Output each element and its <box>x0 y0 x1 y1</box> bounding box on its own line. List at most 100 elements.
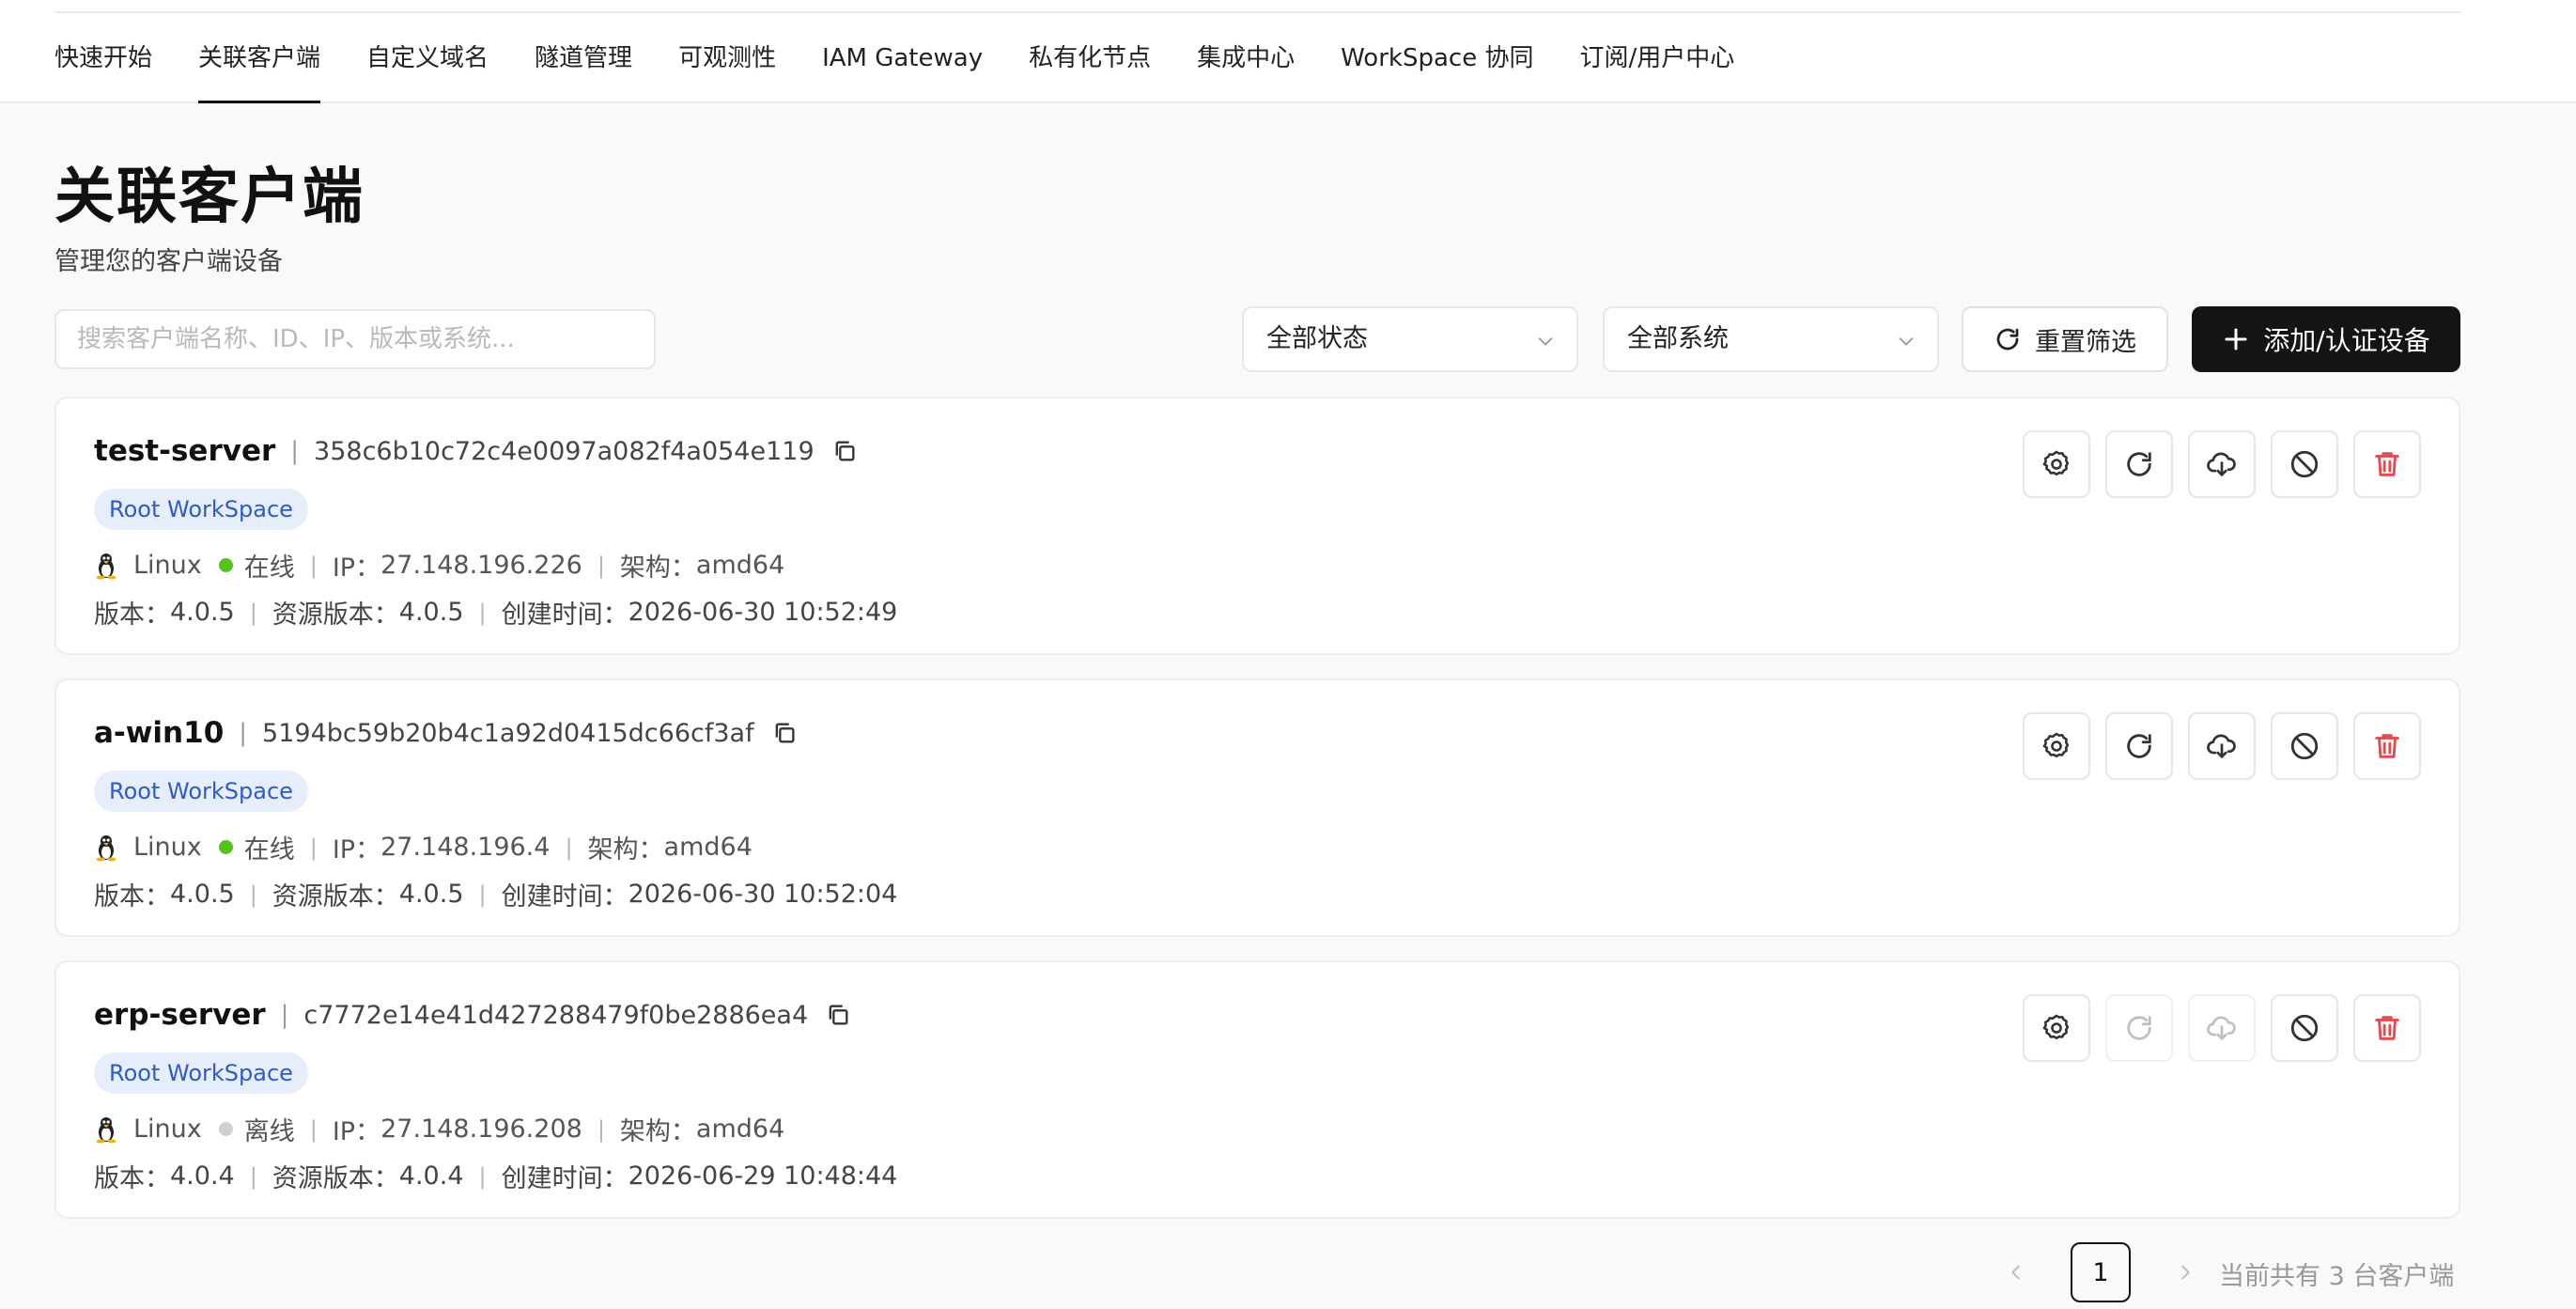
trash-icon <box>2375 452 2399 476</box>
client-actions <box>2008 712 2421 780</box>
add-device-button[interactable]: 添加/认证设备 <box>2192 306 2460 372</box>
copy-icon[interactable] <box>825 1002 851 1028</box>
client-resource-version: 4.0.5 <box>398 598 464 627</box>
separator: | <box>239 719 248 747</box>
disable-button[interactable] <box>2271 994 2338 1062</box>
ban-icon <box>2290 1014 2319 1042</box>
settings-button[interactable] <box>2023 712 2090 780</box>
disable-button[interactable] <box>2271 712 2338 780</box>
status-filter-value: 全部状态 <box>1266 324 1368 353</box>
gear-icon <box>2042 450 2070 476</box>
system-filter-select[interactable]: 全部系统 <box>1603 306 1939 372</box>
tab-iam-gateway[interactable]: IAM Gateway <box>822 41 983 103</box>
client-name: a-win10 <box>94 716 225 750</box>
version-label: 版本： <box>94 1164 170 1193</box>
client-version: 4.0.4 <box>170 1161 235 1191</box>
delete-button[interactable] <box>2353 994 2421 1062</box>
chevron-left-icon <box>2011 1265 2020 1280</box>
client-card: test-server | 358c6b10c72c4e0097a082f4a0… <box>54 397 2460 655</box>
separator: | <box>280 1001 289 1029</box>
nav-tabs: 快速开始 关联客户端 自定义域名 隧道管理 可观测性 IAM Gateway 私… <box>54 41 1780 103</box>
client-id: c7772e14e41d427288479f0be2886ea4 <box>303 1000 809 1030</box>
resource-version-label: 资源版本： <box>272 882 399 912</box>
total-clients-count: 当前共有 3 台客户端 <box>2219 1262 2455 1291</box>
client-meta-row: Linux 在线 | IP： 27.148.196.4 | 架构： amd64 <box>94 829 753 865</box>
cloud-download-icon <box>2207 1016 2236 1040</box>
restart-button[interactable] <box>2105 430 2173 498</box>
status-filter-select[interactable]: 全部状态 <box>1242 306 1578 372</box>
client-arch: amd64 <box>695 551 785 580</box>
client-status: 在线 <box>243 835 295 865</box>
linux-penguin-icon <box>96 834 116 861</box>
tab-integration-center[interactable]: 集成中心 <box>1197 41 1295 103</box>
next-page-button[interactable] <box>2168 1255 2202 1289</box>
copy-icon[interactable] <box>831 438 858 464</box>
online-status-dot <box>218 840 233 854</box>
search-input[interactable] <box>54 309 656 369</box>
client-resource-version: 4.0.5 <box>398 880 464 909</box>
reset-filters-button[interactable]: 重置筛选 <box>1962 306 2168 372</box>
disable-button[interactable] <box>2271 430 2338 498</box>
separator: | <box>478 1162 487 1190</box>
tab-quick-start[interactable]: 快速开始 <box>54 41 152 103</box>
delete-button[interactable] <box>2353 430 2421 498</box>
tab-private-nodes[interactable]: 私有化节点 <box>1029 41 1151 103</box>
client-id: 358c6b10c72c4e0097a082f4a054e119 <box>314 436 815 466</box>
offline-status-dot <box>218 1122 233 1136</box>
client-created-time: 2026-06-30 10:52:49 <box>628 598 898 627</box>
client-ip: 27.148.196.4 <box>380 833 551 862</box>
chevron-down-icon <box>1899 337 1914 346</box>
reset-filters-label: 重置筛选 <box>2035 327 2136 357</box>
tab-custom-domain[interactable]: 自定义域名 <box>366 41 489 103</box>
copy-icon[interactable] <box>771 720 798 746</box>
separator: | <box>290 437 300 465</box>
settings-button[interactable] <box>2023 430 2090 498</box>
separator: | <box>565 834 573 861</box>
client-name: test-server <box>94 434 276 468</box>
update-download-button[interactable] <box>2188 430 2256 498</box>
client-version-row: 版本： 4.0.5 | 资源版本： 4.0.5 | 创建时间： 2026-06-… <box>94 876 897 912</box>
restart-button[interactable] <box>2105 712 2173 780</box>
separator: | <box>249 599 257 626</box>
client-card: erp-server | c7772e14e41d427288479f0be28… <box>54 960 2460 1219</box>
separator: | <box>309 834 318 861</box>
separator: | <box>249 880 257 908</box>
arch-label: 架构： <box>619 1117 696 1146</box>
ban-icon <box>2290 450 2319 478</box>
workspace-tag: Root WorkSpace <box>94 1052 308 1094</box>
separator: | <box>249 1162 257 1190</box>
separator: | <box>478 880 487 908</box>
tab-linked-clients[interactable]: 关联客户端 <box>198 41 321 103</box>
client-os: Linux <box>133 551 202 580</box>
created-label: 创建时间： <box>501 600 628 630</box>
resource-version-label: 资源版本： <box>272 600 399 630</box>
client-resource-version: 4.0.4 <box>398 1161 464 1191</box>
gear-icon <box>2042 1014 2070 1040</box>
tab-workspace-collaboration[interactable]: WorkSpace 协同 <box>1341 41 1533 103</box>
tab-tunnel-management[interactable]: 隧道管理 <box>535 41 632 103</box>
client-arch: amd64 <box>695 1114 785 1144</box>
prev-page-button[interactable] <box>1999 1255 2033 1289</box>
system-filter-value: 全部系统 <box>1627 324 1729 353</box>
refresh-icon <box>2127 734 2151 758</box>
client-version-row: 版本： 4.0.5 | 资源版本： 4.0.5 | 创建时间： 2026-06-… <box>94 594 897 631</box>
online-status-dot <box>218 558 233 572</box>
client-card: a-win10 | 5194bc59b20b4c1a92d0415dc66cf3… <box>54 678 2460 937</box>
chevron-down-icon <box>1538 337 1553 346</box>
refresh-icon <box>2127 452 2151 476</box>
page-number-button[interactable]: 1 <box>2071 1242 2131 1302</box>
update-download-button[interactable] <box>2188 712 2256 780</box>
client-meta-row: Linux 离线 | IP： 27.148.196.208 | 架构： amd6… <box>94 1111 784 1147</box>
update-download-button <box>2188 994 2256 1062</box>
chevron-right-icon <box>2181 1265 2190 1280</box>
settings-button[interactable] <box>2023 994 2090 1062</box>
workspace-tag: Root WorkSpace <box>94 489 308 530</box>
arch-label: 架构： <box>619 553 696 583</box>
created-label: 创建时间： <box>501 882 628 912</box>
tab-observability[interactable]: 可观测性 <box>678 41 776 103</box>
delete-button[interactable] <box>2353 712 2421 780</box>
client-ip: 27.148.196.226 <box>380 551 582 580</box>
separator: | <box>597 1115 605 1143</box>
tab-subscription-user-center[interactable]: 订阅/用户中心 <box>1579 41 1734 103</box>
client-actions <box>2008 430 2421 498</box>
